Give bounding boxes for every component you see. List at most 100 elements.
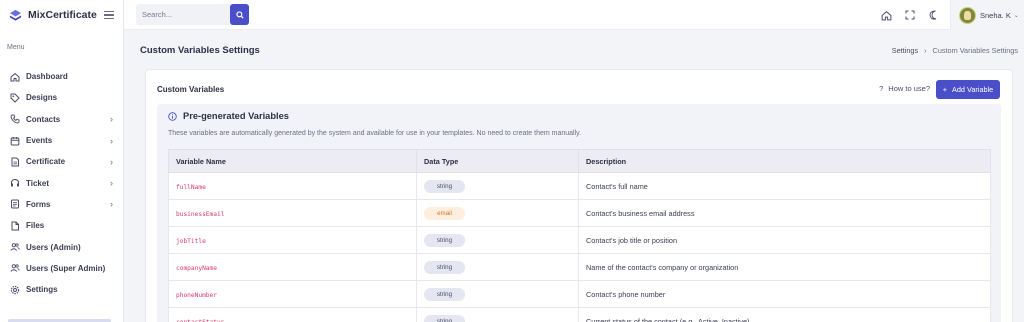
sidebar-item-contacts[interactable]: Contacts ›: [0, 109, 123, 130]
data-type-cell: string: [416, 172, 579, 200]
sidebar-item-dashboard[interactable]: Dashboard: [0, 66, 123, 87]
sidebar-item-settings[interactable]: Settings: [0, 279, 123, 300]
pregenerated-variables-section: Pre-generated Variables These variables …: [157, 104, 1001, 322]
users-icon: [9, 263, 20, 274]
chevron-right-icon: ›: [110, 199, 113, 210]
description-cell: Contact's business email address: [578, 199, 991, 227]
sidebar: MixCertificate Menu Dashboard Designs Co…: [0, 0, 124, 322]
sidebar-item-files[interactable]: Files: [0, 215, 123, 236]
sidebar-nav: Dashboard Designs Contacts › Events › Ce…: [0, 66, 123, 300]
variables-table: Variable Name Data Type Description full…: [168, 149, 991, 322]
search-icon: [235, 10, 244, 19]
sidebar-item-users-admin[interactable]: Users (Admin): [0, 236, 123, 257]
chevron-down-icon: ⌄: [1013, 12, 1019, 19]
chevron-right-icon: ›: [110, 178, 113, 189]
sidebar-item-label: Contacts: [26, 114, 61, 124]
home-icon: [9, 71, 20, 82]
fullscreen-icon[interactable]: [904, 9, 916, 21]
column-header: Description: [578, 149, 991, 173]
search-button[interactable]: [230, 4, 249, 25]
tag-icon: [9, 92, 20, 103]
variable-name-cell: businessEmail: [168, 199, 417, 227]
page-title: Custom Variables Settings: [140, 45, 260, 56]
sidebar-item-certificate[interactable]: Certificate ›: [0, 151, 123, 172]
data-type-badge: string: [424, 314, 465, 322]
data-type-badge: string: [424, 260, 465, 274]
document-icon: [9, 156, 20, 167]
table-row: jobTitle string Contact's job title or p…: [168, 226, 991, 254]
column-header: Variable Name: [168, 149, 417, 173]
variable-name-cell: jobTitle: [168, 226, 417, 254]
chevron-right-icon: ›: [110, 135, 113, 146]
phone-icon: [9, 114, 20, 125]
variable-name: contactStatus: [176, 318, 225, 322]
variable-name: businessEmail: [176, 210, 225, 218]
question-icon: ?: [879, 84, 884, 93]
sidebar-item-label: Users (Admin): [26, 242, 81, 252]
data-type-badge: string: [424, 233, 465, 247]
search-input[interactable]: [136, 4, 230, 25]
data-type-cell: string: [416, 253, 579, 281]
sidebar-item-label: Designs: [26, 93, 58, 103]
section-title: Pre-generated Variables: [168, 111, 289, 121]
form-icon: [9, 199, 20, 210]
how-to-use-label: How to use?: [888, 84, 930, 93]
table-header-row: Variable Name Data Type Description: [168, 149, 991, 173]
variable-name: fullName: [176, 183, 206, 191]
sidebar-item-label: Files: [26, 221, 45, 231]
sidebar-item-users-super-admin[interactable]: Users (Super Admin): [0, 258, 123, 279]
custom-variables-card: Custom Variables ? How to use? + Add Var…: [145, 69, 1013, 322]
sidebar-item-ticket[interactable]: Ticket ›: [0, 172, 123, 193]
plus-icon: +: [942, 85, 947, 94]
data-type-cell: string: [416, 307, 579, 322]
brand: MixCertificate: [0, 0, 123, 30]
section-title-text: Pre-generated Variables: [183, 111, 289, 121]
breadcrumb: Settings › Custom Variables Settings: [892, 46, 1018, 55]
table-row: contactStatus string Current status of t…: [168, 307, 991, 322]
sidebar-item-label: Certificate: [26, 157, 66, 167]
breadcrumb-settings-link[interactable]: Settings: [892, 46, 918, 55]
card-title: Custom Variables: [157, 85, 225, 94]
info-icon: [168, 111, 177, 121]
user-menu[interactable]: Sneha. K ⌄: [950, 0, 1024, 30]
variable-name-cell: companyName: [168, 253, 417, 281]
add-variable-button[interactable]: + Add Variable: [936, 80, 1000, 99]
section-description: These variables are automatically genera…: [168, 130, 582, 137]
description-cell: Contact's phone number: [578, 280, 991, 308]
avatar: [959, 6, 976, 24]
chevron-right-icon: ›: [110, 114, 113, 125]
add-variable-label: Add Variable: [952, 85, 994, 94]
logo-icon: [9, 9, 22, 21]
moon-icon[interactable]: [928, 9, 940, 21]
sidebar-item-designs[interactable]: Designs: [0, 87, 123, 108]
sidebar-item-label: Users (Super Admin): [26, 263, 106, 273]
home-icon[interactable]: [880, 9, 892, 21]
how-to-use-link[interactable]: ? How to use?: [879, 84, 930, 93]
sidebar-item-forms[interactable]: Forms ›: [0, 194, 123, 215]
data-type-cell: string: [416, 226, 579, 254]
variable-name: jobTitle: [176, 237, 206, 245]
table-row: companyName string Name of the contact's…: [168, 253, 991, 281]
data-type-badge: email: [424, 206, 465, 220]
variable-name: phoneNumber: [176, 291, 217, 299]
chevron-right-icon: ›: [110, 156, 113, 167]
headset-icon: [9, 178, 20, 189]
breadcrumb-separator: ›: [924, 46, 927, 55]
data-type-cell: string: [416, 280, 579, 308]
data-type-cell: email: [416, 199, 579, 227]
description-cell: Contact's job title or position: [578, 226, 991, 254]
gear-icon: [9, 284, 20, 295]
data-type-badge: string: [424, 179, 465, 193]
sidebar-item-events[interactable]: Events ›: [0, 130, 123, 151]
sidebar-item-label: Dashboard: [26, 72, 68, 82]
search-bar: [136, 4, 249, 25]
table-row: businessEmail email Contact's business e…: [168, 199, 991, 227]
variable-name: companyName: [176, 264, 217, 272]
hamburger-menu-icon[interactable]: [104, 10, 114, 20]
sidebar-item-label: Forms: [26, 199, 51, 209]
data-type-badge: string: [424, 287, 465, 301]
users-icon: [9, 242, 20, 253]
variable-name-cell: phoneNumber: [168, 280, 417, 308]
sidebar-item-label: Ticket: [26, 178, 49, 188]
app-name: MixCertificate: [28, 9, 97, 21]
